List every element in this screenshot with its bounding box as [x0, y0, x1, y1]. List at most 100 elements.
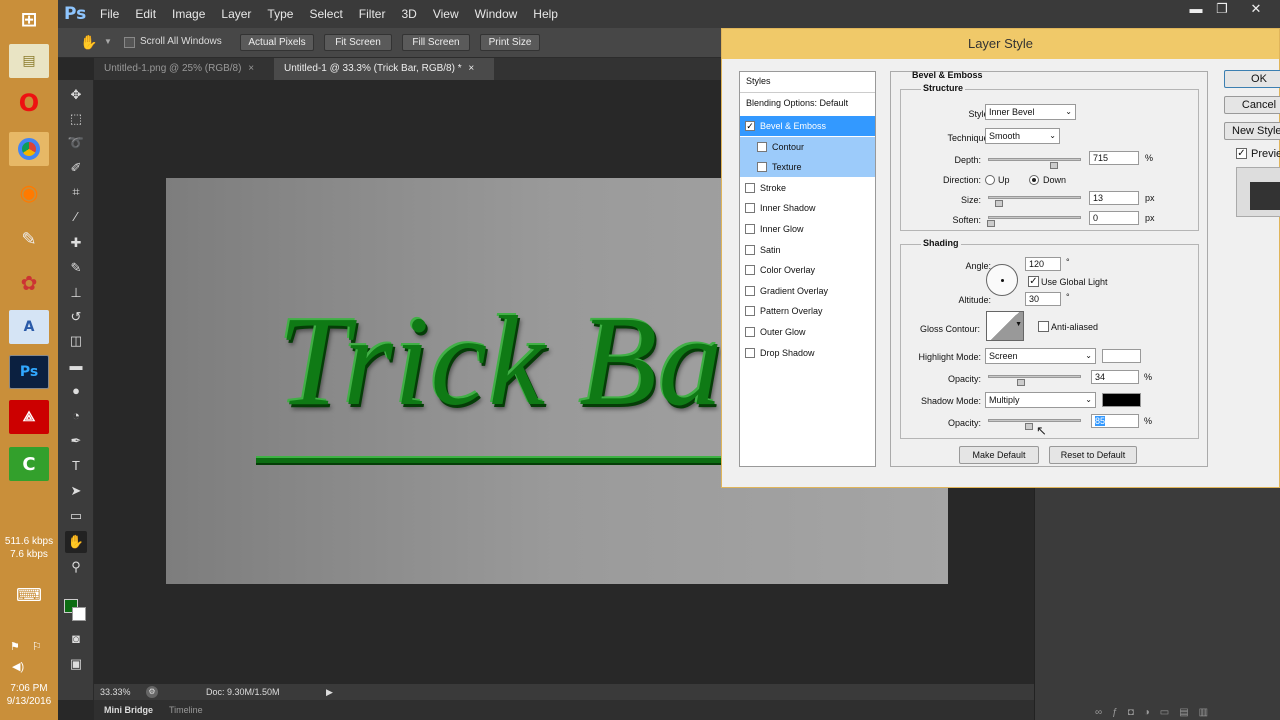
style-item-checkbox[interactable]: [745, 244, 755, 255]
firefox-icon[interactable]: ◉: [9, 176, 49, 210]
brush-tool-icon[interactable]: ✎: [65, 257, 87, 279]
tool-preset-chevron-icon[interactable]: ▼: [104, 37, 112, 46]
stamp-tool-icon[interactable]: ⊥: [65, 282, 87, 304]
soften-slider[interactable]: [987, 216, 1081, 227]
volume-icon[interactable]: ◀): [12, 660, 24, 673]
style-item-checkbox[interactable]: [745, 327, 755, 337]
keyboard-icon[interactable]: ⌨: [9, 578, 49, 612]
technique-select[interactable]: Smooth ⌄: [985, 128, 1060, 144]
blending-options[interactable]: Blending Options: Default: [746, 98, 848, 108]
tab-close-icon[interactable]: ×: [248, 63, 254, 74]
restore-button[interactable]: ❐: [1208, 0, 1236, 20]
menu-3d[interactable]: 3D: [393, 7, 424, 21]
reset-default-button[interactable]: Reset to Default: [1049, 446, 1137, 464]
new-style-button[interactable]: New Style...: [1224, 122, 1280, 140]
marquee-tool-icon[interactable]: ⬚: [65, 108, 87, 130]
file-explorer-icon[interactable]: ▤: [9, 44, 49, 78]
eyedropper-tool-icon[interactable]: ⁄: [65, 206, 87, 228]
depth-slider[interactable]: [988, 158, 1081, 169]
status-arrow-icon[interactable]: ▶: [326, 684, 333, 700]
altitude-input[interactable]: 30: [1025, 292, 1061, 306]
shadow-opacity-knob[interactable]: [1025, 423, 1033, 430]
windows-start-icon[interactable]: ⊞: [9, 2, 49, 36]
preview-checkbox[interactable]: ✓: [1236, 148, 1247, 159]
style-item-satin[interactable]: Satin: [740, 240, 875, 260]
quick-mask-icon[interactable]: ◙: [65, 628, 87, 650]
style-item-checkbox[interactable]: [745, 203, 755, 214]
depth-slider-knob[interactable]: [1050, 162, 1058, 169]
shadow-opacity-slider[interactable]: [988, 419, 1081, 430]
actual-pixels-button[interactable]: Actual Pixels: [240, 34, 314, 51]
crop-tool-icon[interactable]: ⌗: [65, 181, 87, 203]
camtasia-icon[interactable]: C: [9, 447, 49, 481]
highlight-opacity-slider[interactable]: [988, 375, 1081, 386]
zoom-tool-icon[interactable]: ⚲: [65, 556, 87, 578]
flag-tray-icon[interactable]: ⚐: [32, 640, 42, 653]
style-item-checkbox[interactable]: [745, 182, 755, 193]
gradient-tool-icon[interactable]: ▬: [65, 355, 87, 377]
blur-tool-icon[interactable]: ●: [65, 380, 87, 402]
style-item-checkbox[interactable]: [745, 306, 755, 317]
menu-layer[interactable]: Layer: [213, 7, 259, 21]
style-item-gradient-overlay[interactable]: Gradient Overlay: [740, 281, 875, 301]
style-item-pattern-overlay[interactable]: Pattern Overlay: [740, 301, 875, 321]
network-tray-icon[interactable]: ⚑: [10, 640, 20, 653]
style-item-contour[interactable]: Contour: [740, 136, 875, 157]
opera-icon[interactable]: O: [9, 86, 49, 120]
quick-select-tool-icon[interactable]: ✐: [65, 157, 87, 179]
style-item-color-overlay[interactable]: Color Overlay: [740, 260, 875, 280]
menu-help[interactable]: Help: [525, 7, 566, 21]
timeline-tab[interactable]: Timeline: [169, 700, 203, 720]
style-item-stroke[interactable]: Stroke: [740, 178, 875, 198]
fill-screen-button[interactable]: Fill Screen: [402, 34, 470, 51]
style-item-texture[interactable]: Texture: [740, 157, 875, 178]
highlight-opacity-knob[interactable]: [1017, 379, 1025, 386]
style-item-checkbox[interactable]: [745, 265, 755, 276]
history-brush-icon[interactable]: ↺: [65, 306, 87, 328]
shadow-opacity-input[interactable]: 85: [1091, 414, 1139, 428]
style-item-bevel-emboss[interactable]: ✓ Bevel & Emboss: [740, 116, 875, 136]
style-item-checkbox[interactable]: [745, 347, 755, 358]
minimize-button[interactable]: ▬: [1182, 0, 1210, 20]
menu-window[interactable]: Window: [467, 7, 526, 21]
office-icon[interactable]: A: [9, 310, 49, 344]
menu-type[interactable]: Type: [259, 7, 301, 21]
pen-tool-icon[interactable]: ✒: [65, 430, 87, 452]
acrobat-icon[interactable]: ⟁: [9, 400, 49, 434]
share-icon[interactable]: ⚙: [146, 686, 158, 698]
style-item-checkbox[interactable]: ✓: [745, 121, 755, 131]
direction-up-radio[interactable]: [985, 175, 995, 185]
layer-panel-buttons[interactable]: ∞ƒ◘◑▭▤▥: [1095, 707, 1218, 718]
soften-slider-knob[interactable]: [987, 220, 995, 227]
size-slider-knob[interactable]: [995, 200, 1003, 207]
global-light-checkbox[interactable]: ✓: [1028, 276, 1039, 287]
hand-tool-icon[interactable]: ✋: [65, 531, 87, 553]
depth-input[interactable]: 715: [1089, 151, 1139, 165]
eraser-tool-icon[interactable]: ◫: [65, 330, 87, 352]
menu-filter[interactable]: Filter: [351, 7, 394, 21]
ok-button[interactable]: OK: [1224, 70, 1280, 88]
soften-input[interactable]: 0: [1089, 211, 1139, 225]
mini-bridge-tab[interactable]: Mini Bridge: [104, 700, 153, 720]
style-item-checkbox[interactable]: [745, 285, 755, 296]
shadow-color-swatch[interactable]: [1102, 393, 1141, 407]
style-item-inner-shadow[interactable]: Inner Shadow: [740, 198, 875, 218]
path-select-tool-icon[interactable]: ➤: [65, 480, 87, 502]
photoshop-icon[interactable]: Ps: [9, 355, 49, 389]
style-item-outer-glow[interactable]: Outer Glow: [740, 322, 875, 342]
tab-close-icon[interactable]: ×: [468, 63, 474, 74]
style-item-checkbox[interactable]: [745, 224, 755, 234]
paint-icon[interactable]: ✎: [9, 222, 49, 256]
tab-untitled-png[interactable]: Untitled-1.png @ 25% (RGB/8) ×: [94, 58, 274, 80]
highlight-opacity-input[interactable]: 34: [1091, 370, 1139, 384]
make-default-button[interactable]: Make Default: [959, 446, 1039, 464]
lasso-tool-icon[interactable]: ➰: [65, 132, 87, 154]
background-color-swatch[interactable]: [72, 607, 86, 621]
size-input[interactable]: 13: [1089, 191, 1139, 205]
chrome-icon[interactable]: [9, 132, 49, 166]
style-item-checkbox[interactable]: [757, 141, 767, 152]
type-tool-icon[interactable]: T: [65, 455, 87, 477]
menu-view[interactable]: View: [425, 7, 467, 21]
menu-file[interactable]: File: [92, 7, 127, 21]
style-select[interactable]: Inner Bevel ⌄: [985, 104, 1076, 120]
